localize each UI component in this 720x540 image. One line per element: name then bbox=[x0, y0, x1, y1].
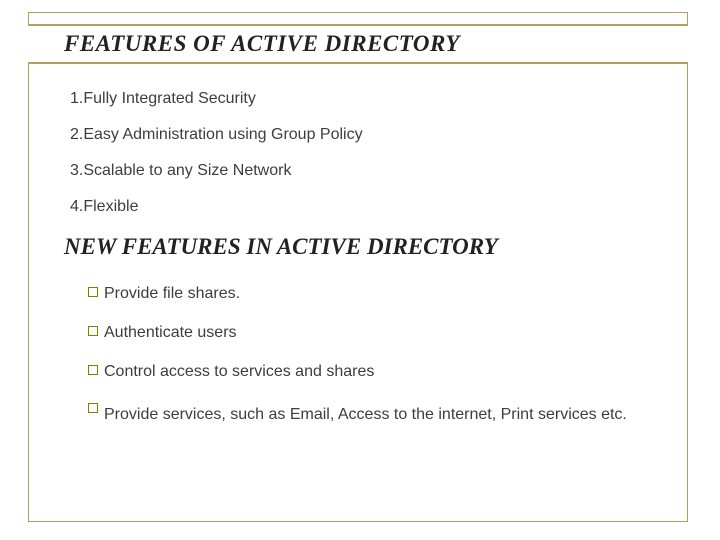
list-item: Authenticate users bbox=[88, 321, 670, 346]
feature-item: 2.Easy Administration using Group Policy bbox=[70, 126, 670, 144]
title-bar: FEATURES OF ACTIVE DIRECTORY bbox=[28, 24, 688, 64]
slide-body: 1.Fully Integrated Security 2.Easy Admin… bbox=[70, 90, 670, 446]
feature-item: 4.Flexible bbox=[70, 198, 670, 216]
list-item: Provide services, such as Email, Access … bbox=[88, 398, 670, 432]
list-item: Provide file shares. bbox=[88, 282, 670, 307]
list-item-label: Provide services, such as Email, Access … bbox=[104, 398, 670, 432]
list-item-label: Control access to services and shares bbox=[104, 360, 670, 385]
list-item: Control access to services and shares bbox=[88, 360, 670, 385]
feature-item: 1.Fully Integrated Security bbox=[70, 90, 670, 108]
feature-item: 3.Scalable to any Size Network bbox=[70, 162, 670, 180]
square-bullet-icon bbox=[88, 403, 98, 413]
list-item-label: Authenticate users bbox=[104, 321, 670, 346]
slide: FEATURES OF ACTIVE DIRECTORY 1.Fully Int… bbox=[0, 0, 720, 540]
square-bullet-icon bbox=[88, 365, 98, 375]
square-bullet-icon bbox=[88, 326, 98, 336]
heading-new-features: NEW FEATURES IN ACTIVE DIRECTORY bbox=[64, 234, 670, 260]
heading-features: FEATURES OF ACTIVE DIRECTORY bbox=[64, 31, 460, 57]
square-bullet-icon bbox=[88, 287, 98, 297]
list-item-label: Provide file shares. bbox=[104, 282, 670, 307]
